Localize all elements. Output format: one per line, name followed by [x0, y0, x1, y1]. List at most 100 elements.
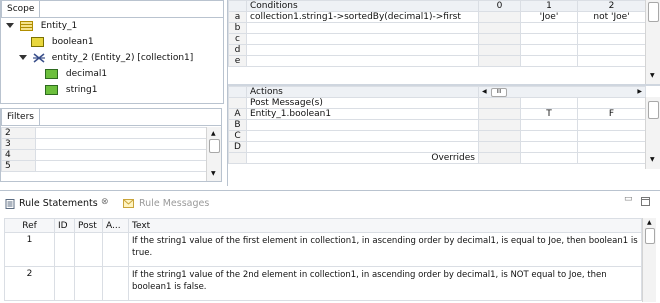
condition-cell[interactable] — [577, 44, 646, 56]
rule-text[interactable]: If the string1 value of the 2nd element … — [128, 266, 642, 301]
filter-cell[interactable] — [35, 160, 207, 172]
column-header[interactable]: 1 — [520, 0, 578, 12]
column-header[interactable]: 2 — [577, 0, 646, 12]
filter-row[interactable]: 5 — [1, 160, 207, 172]
maximize-icon[interactable] — [641, 197, 650, 209]
scroll-up-arrow-icon[interactable]: ▲ — [211, 131, 216, 137]
action-cell[interactable] — [520, 97, 578, 109]
action-cell[interactable]: F — [576, 108, 647, 120]
condition-cell[interactable]: not 'Joe' — [577, 11, 646, 23]
rule-alias[interactable] — [102, 232, 129, 267]
action-expression[interactable] — [246, 119, 479, 131]
action-cell[interactable] — [576, 130, 647, 142]
scroll-left-arrow-icon[interactable]: ◀ — [482, 88, 487, 97]
scroll-down-arrow-icon[interactable]: ▼ — [650, 73, 655, 79]
condition-cell[interactable] — [478, 33, 521, 45]
filter-row[interactable]: 3 — [1, 138, 207, 150]
rule-id[interactable] — [54, 232, 75, 267]
minimize-icon[interactable]: ▭ — [624, 194, 633, 204]
action-cell[interactable] — [478, 108, 521, 120]
scroll-up-arrow-icon[interactable]: ▲ — [647, 220, 652, 226]
rule-statement-row[interactable]: 2 If the string1 value of the 2nd elemen… — [4, 266, 642, 301]
condition-expression[interactable] — [246, 55, 479, 67]
action-cell[interactable] — [478, 119, 521, 131]
filter-cell[interactable] — [35, 149, 207, 161]
condition-cell[interactable] — [577, 22, 646, 34]
tree-item-boolean1[interactable]: boolean1 — [31, 34, 94, 50]
action-cell[interactable]: T — [520, 108, 578, 120]
override-cell[interactable] — [520, 152, 578, 164]
actions-vertical-scrollbar[interactable]: ▼ — [645, 97, 660, 169]
filter-row[interactable]: 4 — [1, 149, 207, 161]
tree-item-string1[interactable]: string1 — [45, 82, 97, 98]
action-cell[interactable] — [478, 130, 521, 142]
action-cell[interactable] — [520, 141, 578, 153]
expand-arrow-icon[interactable] — [19, 55, 27, 60]
rule-id[interactable] — [54, 266, 75, 301]
scroll-thumb[interactable] — [648, 101, 659, 119]
filters-vertical-scrollbar[interactable]: ▲ ▼ — [206, 127, 221, 181]
condition-cell[interactable] — [520, 33, 578, 45]
action-cell[interactable] — [520, 119, 578, 131]
filter-cell[interactable] — [35, 127, 207, 139]
action-cell[interactable] — [576, 141, 647, 153]
rule-post[interactable] — [74, 232, 103, 267]
action-cell[interactable] — [478, 97, 521, 109]
scroll-thumb[interactable] — [648, 2, 659, 22]
condition-cell[interactable]: 'Joe' — [520, 11, 578, 23]
condition-cell[interactable] — [577, 33, 646, 45]
rule-statement-row[interactable]: 1 If the string1 value of the first elem… — [4, 232, 642, 267]
rule-post[interactable] — [74, 266, 103, 301]
override-cell[interactable] — [576, 152, 647, 164]
condition-expression[interactable] — [246, 33, 479, 45]
scroll-thumb[interactable] — [645, 228, 655, 244]
rule-text[interactable]: If the string1 value of the first elemen… — [128, 232, 642, 267]
expand-arrow-icon[interactable] — [6, 23, 14, 28]
condition-cell[interactable] — [478, 11, 521, 23]
column-header[interactable]: 0 — [478, 0, 521, 12]
condition-expression[interactable]: collection1.string1->sortedBy(decimal1)-… — [246, 11, 479, 23]
filter-row[interactable]: 2 — [1, 127, 207, 139]
condition-row-id: d — [228, 44, 247, 56]
condition-expression[interactable] — [246, 44, 479, 56]
scroll-right-arrow-icon[interactable]: ▶ — [637, 88, 642, 97]
rule-statements-vertical-scrollbar[interactable]: ▲ — [642, 218, 656, 302]
column-header-post[interactable]: Post — [74, 218, 103, 233]
condition-cell[interactable] — [520, 55, 578, 67]
condition-cell[interactable] — [577, 55, 646, 67]
tree-item-entity-2[interactable]: entity_2 (Entity_2) [collection1] — [19, 50, 193, 66]
scope-tab[interactable]: Scope — [1, 0, 41, 17]
rule-statements-tab[interactable]: Rule Statements — [19, 198, 98, 209]
tree-item-decimal1[interactable]: decimal1 — [45, 66, 107, 82]
override-cell[interactable] — [478, 152, 521, 164]
action-expression[interactable]: Entity_1.boolean1 — [246, 108, 479, 120]
condition-cell[interactable] — [520, 44, 578, 56]
action-cell[interactable] — [478, 141, 521, 153]
conditions-vertical-scrollbar[interactable]: ▼ — [645, 0, 660, 84]
condition-cell[interactable] — [478, 22, 521, 34]
filter-cell[interactable] — [35, 138, 207, 150]
scroll-down-arrow-icon[interactable]: ▼ — [650, 157, 655, 163]
column-header-id[interactable]: ID — [54, 218, 75, 233]
condition-cell[interactable] — [478, 55, 521, 67]
tree-item-entity-1[interactable]: Entity_1 — [6, 18, 77, 34]
condition-cell[interactable] — [478, 44, 521, 56]
rule-messages-tab[interactable]: Rule Messages — [139, 198, 209, 209]
column-header-ref[interactable]: Ref — [4, 218, 55, 233]
condition-expression[interactable] — [246, 22, 479, 34]
scroll-thumb[interactable]: III — [491, 88, 507, 97]
column-header-text[interactable]: Text — [128, 218, 642, 233]
action-cell[interactable] — [520, 130, 578, 142]
condition-cell[interactable] — [520, 22, 578, 34]
scroll-down-arrow-icon[interactable]: ▼ — [211, 171, 216, 177]
action-expression[interactable] — [246, 141, 479, 153]
rule-alias[interactable] — [102, 266, 129, 301]
close-tab-icon[interactable]: ⊗ — [101, 197, 109, 207]
column-header-alias[interactable]: A... — [102, 218, 129, 233]
action-cell[interactable] — [576, 97, 647, 109]
filters-tab[interactable]: Filters — [1, 108, 40, 125]
action-expression[interactable] — [246, 130, 479, 142]
scroll-thumb[interactable] — [209, 139, 220, 153]
horizontal-scrollbar[interactable]: ◀ III ▶ — [477, 86, 647, 98]
action-cell[interactable] — [576, 119, 647, 131]
